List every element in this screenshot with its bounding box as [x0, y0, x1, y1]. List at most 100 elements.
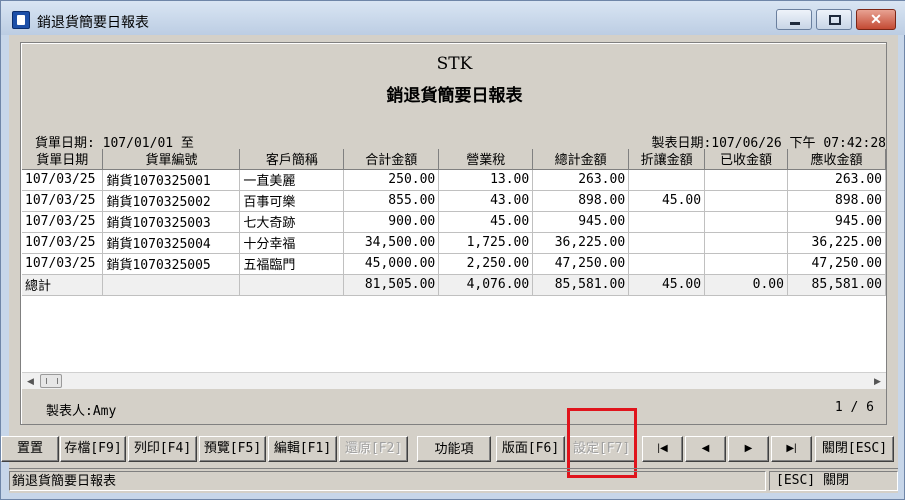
col-header[interactable]: 營業稅	[438, 149, 534, 170]
cell: 107/03/25	[22, 253, 104, 275]
cell: 855.00	[343, 190, 440, 212]
cell: 263.00	[532, 169, 630, 191]
col-header[interactable]: 已收金額	[704, 149, 788, 170]
preview-button[interactable]: 預覽[F5]	[199, 436, 266, 462]
cell: 85,581.00	[787, 274, 886, 296]
cell: 一直美麗	[239, 169, 345, 191]
cell: 銷貨1070325001	[102, 169, 241, 191]
col-header[interactable]: 貨單日期	[22, 149, 104, 170]
cell	[102, 274, 241, 296]
col-header[interactable]: 應收金額	[787, 149, 886, 170]
cell	[628, 211, 706, 233]
scroll-right-icon[interactable]: ▶	[869, 373, 886, 389]
status-shortcut: [ESC] 關閉	[769, 471, 898, 491]
cell	[628, 232, 706, 254]
table-header-row: 貨單日期 貨單編號 客戶簡稱 合計金額 營業稅 總計金額 折讓金額 已收金額 應…	[22, 149, 886, 170]
cell: 250.00	[343, 169, 440, 191]
page-indicator: 1 / 6	[834, 400, 874, 415]
table-row[interactable]: 107/03/25 銷貨1070325002 百事可樂 855.00 43.00…	[22, 190, 886, 212]
cell: 45.00	[628, 274, 706, 296]
cell: 263.00	[787, 169, 886, 191]
close-report-button[interactable]: 關閉[ESC]	[815, 436, 894, 462]
cell: 47,250.00	[532, 253, 630, 275]
report-grid[interactable]: 貨單日期 貨單編號 客戶簡稱 合計金額 營業稅 總計金額 折讓金額 已收金額 應…	[22, 149, 886, 372]
cell: 0.00	[704, 274, 788, 296]
cell: 36,225.00	[532, 232, 630, 254]
next-page-icon: ▶	[744, 443, 753, 454]
cell: 107/03/25	[22, 190, 104, 212]
report-table: 貨單日期 貨單編號 客戶簡稱 合計金額 營業稅 總計金額 折讓金額 已收金額 應…	[22, 149, 886, 296]
cell: 百事可樂	[239, 190, 345, 212]
cell: 總計	[22, 274, 104, 296]
cell: 銷貨1070325002	[102, 190, 241, 212]
cell: 2,250.00	[438, 253, 534, 275]
report-company: STK	[436, 54, 473, 74]
cell: 45,000.00	[343, 253, 440, 275]
report-maker: 製表人:Amy	[46, 404, 117, 419]
maximize-button[interactable]	[816, 9, 852, 30]
table-row[interactable]: 107/03/25 銷貨1070325004 十分幸福 34,500.00 1,…	[22, 232, 886, 254]
status-text: 銷退貨簡要日報表	[9, 471, 766, 491]
edit-button[interactable]: 編輯[F1]	[268, 436, 337, 462]
title-bar[interactable]: 銷退貨簡要日報表 ✕	[1, 1, 905, 35]
report-title: 銷退貨簡要日報表	[386, 86, 523, 105]
col-header[interactable]: 折讓金額	[628, 149, 706, 170]
prev-page-button[interactable]: ◀	[685, 436, 726, 462]
cell: 13.00	[438, 169, 534, 191]
last-page-button[interactable]: ▶|	[771, 436, 812, 462]
cell: 36,225.00	[787, 232, 886, 254]
cell	[704, 211, 788, 233]
cell: 1,725.00	[438, 232, 534, 254]
restore-button[interactable]: 還原[F2]	[339, 436, 408, 462]
cell	[704, 232, 788, 254]
cell: 45.00	[628, 190, 706, 212]
cell: 898.00	[787, 190, 886, 212]
cell: 85,581.00	[532, 274, 630, 296]
cell: 五福臨門	[239, 253, 345, 275]
cell: 銷貨1070325005	[102, 253, 241, 275]
cell: 107/03/25	[22, 232, 104, 254]
client-area: STK 銷退貨簡要日報表 貨單日期: 107/01/01 至 製表日期:107/…	[1, 35, 898, 493]
cell: 945.00	[787, 211, 886, 233]
reset-button[interactable]: 置置	[1, 436, 59, 462]
cell: 47,250.00	[787, 253, 886, 275]
cell: 銷貨1070325003	[102, 211, 241, 233]
table-row[interactable]: 107/03/25 銷貨1070325001 一直美麗 250.00 13.00…	[22, 169, 886, 191]
col-header[interactable]: 總計金額	[532, 149, 630, 170]
horizontal-scrollbar[interactable]: ◀ ▶	[22, 372, 886, 389]
cell: 銷貨1070325004	[102, 232, 241, 254]
scroll-left-icon[interactable]: ◀	[22, 373, 39, 389]
toolbar: 置置 存檔[F9] 列印[F4] 預覽[F5] 編輯[F1] 還原[F2] 功能…	[1, 436, 898, 462]
cell	[704, 253, 788, 275]
save-button[interactable]: 存檔[F9]	[60, 436, 126, 462]
cell: 107/03/25	[22, 169, 104, 191]
functions-button[interactable]: 功能項	[417, 436, 491, 462]
status-bar: 銷退貨簡要日報表 [ESC] 關閉	[9, 468, 898, 491]
col-header[interactable]: 合計金額	[343, 149, 440, 170]
col-header[interactable]: 貨單編號	[102, 149, 241, 170]
minimize-button[interactable]	[776, 9, 812, 30]
total-row[interactable]: 總計 81,505.00 4,076.00 85,581.00 45.00 0.…	[22, 274, 886, 296]
scroll-thumb[interactable]	[40, 374, 62, 388]
minimize-icon	[790, 22, 800, 25]
cell: 十分幸福	[239, 232, 345, 254]
first-page-button[interactable]: |◀	[642, 436, 683, 462]
cell: 945.00	[532, 211, 630, 233]
close-icon: ✕	[870, 11, 882, 27]
close-button[interactable]: ✕	[856, 9, 896, 30]
col-header[interactable]: 客戶簡稱	[239, 149, 345, 170]
print-button[interactable]: 列印[F4]	[128, 436, 197, 462]
prev-page-icon: ◀	[701, 443, 710, 454]
window-title: 銷退貨簡要日報表	[37, 14, 149, 30]
layout-button[interactable]: 版面[F6]	[496, 436, 565, 462]
cell	[704, 169, 788, 191]
cell: 107/03/25	[22, 211, 104, 233]
cell	[239, 274, 345, 296]
table-row[interactable]: 107/03/25 銷貨1070325003 七大奇跡 900.00 45.00…	[22, 211, 886, 233]
cell: 898.00	[532, 190, 630, 212]
next-page-button[interactable]: ▶	[728, 436, 769, 462]
table-row[interactable]: 107/03/25 銷貨1070325005 五福臨門 45,000.00 2,…	[22, 253, 886, 275]
cell	[628, 253, 706, 275]
cell	[628, 169, 706, 191]
maximize-icon	[829, 15, 841, 25]
